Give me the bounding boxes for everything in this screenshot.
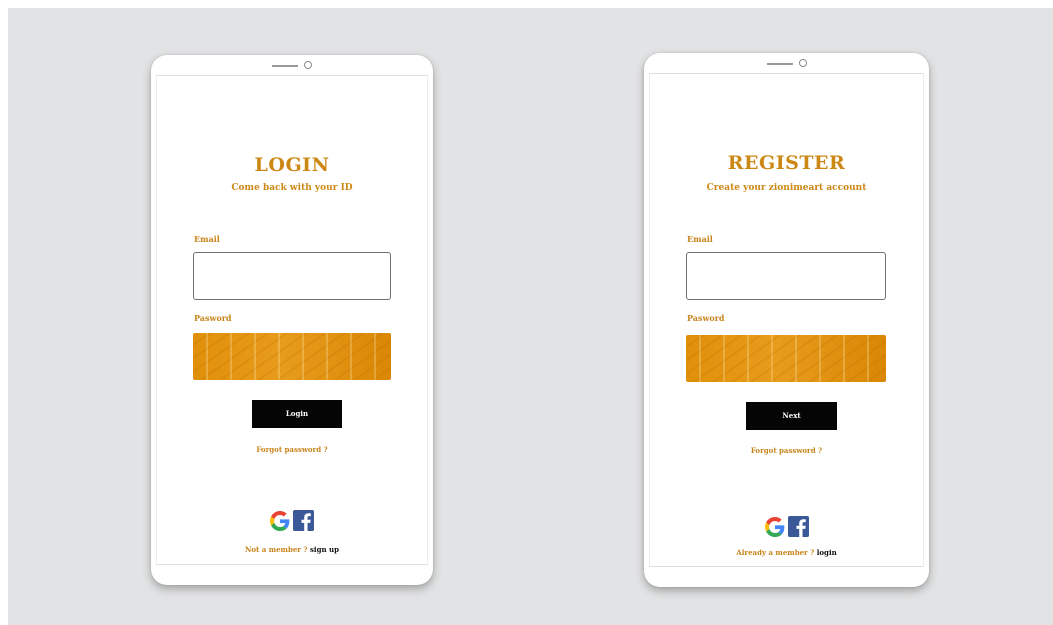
google-icon[interactable] — [764, 516, 785, 537]
login-forgot-password-link[interactable]: Forgot password ? — [157, 445, 427, 454]
register-social-row — [650, 516, 923, 537]
login-email-label: Email — [194, 234, 220, 244]
login-footer: Not a member ? sign up — [157, 545, 427, 554]
login-phone-frame: LOGIN Come back with your ID Email Paswo… — [151, 55, 433, 585]
register-password-input[interactable] — [686, 335, 886, 382]
register-subtitle: Create your zionimeart account — [706, 183, 867, 193]
login-social-row — [157, 510, 427, 531]
register-phone-frame: REGISTER Create your zionimeart account … — [644, 53, 929, 587]
login-email-input[interactable] — [193, 252, 391, 300]
register-email-input[interactable] — [686, 252, 886, 300]
phone-camera — [304, 61, 312, 69]
facebook-icon[interactable] — [787, 516, 809, 537]
google-icon[interactable] — [270, 510, 290, 531]
register-title: REGISTER — [727, 152, 846, 174]
phone-speaker — [767, 63, 793, 65]
login-footer-prompt: Not a member ? — [244, 545, 308, 554]
register-email-label: Email — [687, 234, 713, 244]
next-button[interactable]: Next — [746, 402, 837, 430]
register-footer: Already a member ? login — [650, 548, 923, 557]
login-button[interactable]: Login — [252, 400, 342, 428]
register-screen: REGISTER Create your zionimeart account … — [649, 73, 924, 567]
login-title: LOGIN — [254, 154, 330, 176]
login-password-input[interactable] — [193, 333, 391, 380]
login-link[interactable]: login — [817, 548, 837, 557]
register-footer-prompt: Already a member ? — [736, 548, 815, 557]
sign-up-link[interactable]: sign up — [310, 545, 339, 554]
login-screen: LOGIN Come back with your ID Email Paswo… — [156, 75, 428, 565]
phone-speaker — [272, 65, 298, 67]
login-subtitle: Come back with your ID — [231, 183, 353, 193]
phone-camera — [799, 59, 807, 67]
facebook-icon[interactable] — [293, 510, 314, 531]
register-password-label: Pasword — [687, 313, 725, 323]
register-forgot-password-link[interactable]: Forgot password ? — [650, 446, 923, 455]
login-password-label: Pasword — [194, 313, 232, 323]
